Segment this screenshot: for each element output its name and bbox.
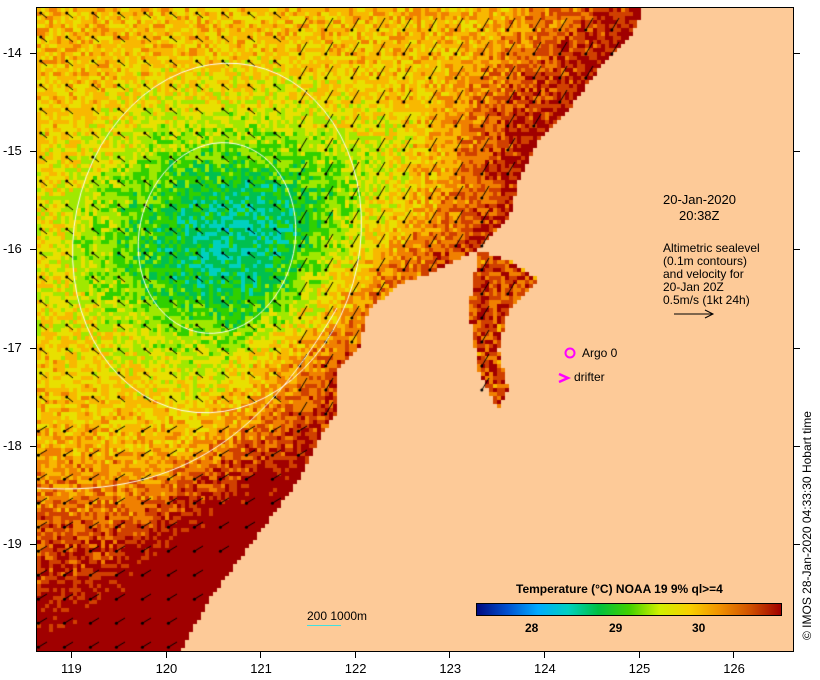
- lon-label: 124: [534, 661, 556, 676]
- lon-tick: [260, 652, 261, 658]
- lat-label: -18: [3, 438, 22, 453]
- lon-tick: [544, 652, 545, 658]
- lat-label: -14: [3, 45, 22, 60]
- lon-label: 126: [723, 661, 745, 676]
- lon-tick: [166, 652, 167, 658]
- lon-label: 119: [61, 661, 82, 676]
- map-time: 20:38Z: [679, 209, 719, 222]
- lon-label: 120: [156, 661, 178, 676]
- lat-tick: [30, 249, 36, 250]
- lat-tick: [794, 348, 800, 349]
- argo-circle-icon: [563, 346, 577, 360]
- lat-tick: [794, 151, 800, 152]
- colorbar: [476, 603, 782, 616]
- drifter-label: drifter: [574, 371, 605, 384]
- lat-tick: [30, 544, 36, 545]
- colorbar-tick: 30: [692, 621, 705, 635]
- lat-label: -19: [3, 536, 22, 551]
- depth-label: 200 1000m: [307, 610, 367, 623]
- credit-text: © IMOS 28-Jan-2020 04:33:30 Hobart time: [800, 411, 814, 640]
- lon-tick: [355, 652, 356, 658]
- velocity-legend: Altimetric sealevel (0.1m contours) and …: [663, 242, 760, 307]
- drifter-chevron-icon: [557, 371, 571, 385]
- lon-label: 125: [629, 661, 651, 676]
- lat-tick: [30, 446, 36, 447]
- sst-field: [37, 8, 794, 652]
- lat-label: -15: [3, 143, 22, 158]
- colorbar-tick: 28: [525, 621, 538, 635]
- lon-label: 123: [439, 661, 461, 676]
- sst-map[interactable]: 20-Jan-2020 20:38Z Altimetric sealevel (…: [36, 7, 794, 652]
- lat-tick: [794, 53, 800, 54]
- lon-tick: [639, 652, 640, 658]
- lat-tick: [30, 151, 36, 152]
- depth-contour-swatch: [307, 625, 341, 626]
- lat-tick: [30, 53, 36, 54]
- lon-label: 121: [250, 661, 272, 676]
- lat-tick: [30, 348, 36, 349]
- scale-arrow-icon: [673, 308, 717, 320]
- lat-label: -16: [3, 241, 22, 256]
- lon-tick: [71, 652, 72, 658]
- lat-tick: [794, 249, 800, 250]
- legend-line: 0.5m/s (1kt 24h): [663, 294, 760, 307]
- lon-tick: [449, 652, 450, 658]
- map-date: 20-Jan-2020: [663, 193, 736, 206]
- lon-tick: [733, 652, 734, 658]
- lat-label: -17: [3, 340, 22, 355]
- colorbar-title: Temperature (°C) NOAA 19 9% ql>=4: [516, 582, 723, 596]
- colorbar-tick: 29: [609, 621, 622, 635]
- lon-label: 122: [345, 661, 367, 676]
- argo-label: Argo 0: [582, 347, 617, 360]
